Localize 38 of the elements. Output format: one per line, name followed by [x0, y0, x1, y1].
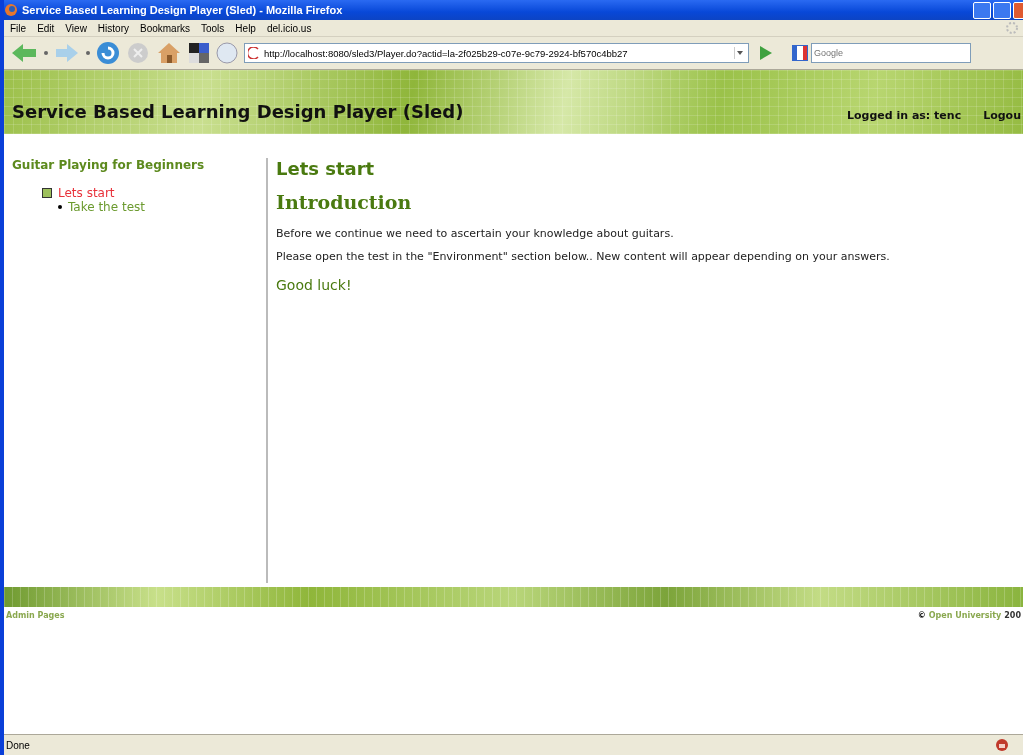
home-icon[interactable]: [156, 41, 182, 65]
logout-link[interactable]: Logou: [983, 109, 1021, 122]
window-title: Service Based Learning Design Player (Sled) - Mozilla Firefox: [22, 4, 343, 16]
browser-logo-icon: [4, 3, 18, 17]
dropdown-icon[interactable]: [44, 51, 48, 55]
site-title: Service Based Learning Design Player (Sled): [12, 101, 465, 122]
paragraph: Before we continue we need to ascertain your knowledge about guitars.: [276, 227, 675, 240]
dropdown-icon[interactable]: [734, 47, 745, 59]
back-icon[interactable]: [10, 42, 38, 64]
paragraph: Please open the test in the "Environment" section below.. New content will appear depending on your answers.: [276, 250, 891, 263]
minimize-button[interactable]: [973, 1, 991, 19]
page-title: Lets start: [276, 158, 376, 179]
activity-icon: [42, 188, 52, 198]
status-text: Done: [6, 739, 30, 751]
menu-item[interactable]: File: [10, 22, 27, 34]
maximize-button[interactable]: [993, 1, 1011, 19]
section-heading: Introduction: [276, 191, 413, 213]
course-title: Guitar Playing for Beginners: [12, 158, 206, 172]
reload-icon[interactable]: [96, 41, 120, 65]
dropdown-icon[interactable]: [86, 51, 90, 55]
tree-item[interactable]: Lets start: [58, 186, 115, 200]
menu-item[interactable]: Bookmarks: [140, 22, 190, 34]
tree-item[interactable]: Take the test: [68, 200, 145, 214]
address-field[interactable]: http://localhost:8080/sled3/Player.do?actid=la-2f025b29-c07e-9c79-2924-bf570c4bb27: [244, 43, 749, 63]
menu-item[interactable]: View: [65, 22, 87, 34]
throbber-icon: [1005, 21, 1019, 35]
menu-item[interactable]: del.icio.us: [266, 22, 312, 34]
user-label: Logged in as: tenc: [846, 109, 962, 122]
security-icon: [995, 738, 1009, 752]
copyright-year: 200: [1004, 611, 1021, 622]
menu-item[interactable]: History: [97, 22, 129, 34]
menu-item[interactable]: Tools: [201, 22, 225, 34]
bullet-icon: [58, 205, 62, 209]
closing-text: Good luck!: [276, 277, 353, 293]
search-field[interactable]: Google: [811, 43, 971, 63]
menu-item[interactable]: Help: [235, 22, 256, 34]
copyright-sign: ©: [917, 611, 926, 622]
menu-item[interactable]: Edit: [37, 22, 55, 34]
